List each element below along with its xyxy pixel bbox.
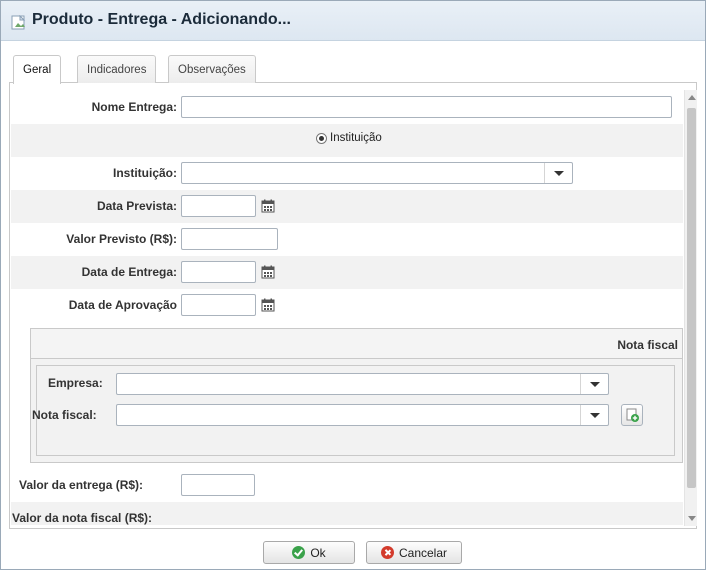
radio-instituicao-label: Instituição	[330, 132, 382, 144]
nome-entrega-input[interactable]	[181, 96, 672, 118]
dialog-window: Produto - Entrega - Adicionando... Geral…	[0, 0, 706, 570]
data-entrega-label: Data de Entrega:	[81, 265, 177, 279]
nome-entrega-label: Nome Entrega:	[91, 100, 177, 114]
valor-previsto-label: Valor Previsto (R$):	[66, 232, 177, 246]
select-separator	[580, 405, 581, 425]
ok-label: Ok	[310, 545, 326, 560]
valor-previsto-input[interactable]	[181, 228, 278, 250]
chevron-down-icon[interactable]	[590, 413, 600, 418]
cancel-button[interactable]: Cancelar	[366, 541, 462, 564]
add-nota-fiscal-button[interactable]	[621, 404, 643, 426]
row-radio-instituicao: Instituição	[11, 124, 683, 157]
nota-fiscal-header: Nota fiscal	[31, 329, 682, 359]
row-data-aprovacao: Data de Aprovação	[11, 289, 683, 322]
chevron-down-icon[interactable]	[590, 382, 600, 387]
dialog-title: Produto - Entrega - Adicionando...	[32, 11, 291, 28]
nota-fiscal-inner-box: Empresa: Nota fiscal:	[32, 365, 675, 456]
document-icon	[11, 15, 26, 30]
data-prevista-input[interactable]	[181, 195, 256, 217]
nota-fiscal-label: Nota fiscal:	[32, 408, 97, 422]
calendar-icon[interactable]	[261, 265, 275, 279]
tab-strip: Geral Indicadores Observações	[9, 49, 697, 84]
data-prevista-label: Data Prevista:	[96, 199, 177, 213]
ok-button[interactable]: Ok	[263, 541, 355, 564]
nota-fiscal-title: Nota fiscal	[617, 338, 678, 352]
data-aprovacao-input[interactable]	[181, 294, 256, 316]
form-scroll-area: Nome Entrega: Instituição Instituição: D…	[11, 91, 683, 525]
radio-selected-icon[interactable]	[316, 132, 327, 144]
instituicao-select[interactable]	[181, 162, 573, 184]
valor-entrega-label: Valor da entrega (R$):	[19, 478, 144, 492]
vertical-scrollbar[interactable]	[684, 90, 697, 526]
instituicao-label: Instituição:	[112, 166, 177, 180]
row-nome-entrega: Nome Entrega:	[11, 91, 683, 124]
data-entrega-input[interactable]	[181, 261, 256, 283]
tab-observacoes[interactable]: Observações	[168, 55, 256, 84]
empresa-select[interactable]	[116, 373, 609, 395]
add-document-icon	[626, 408, 639, 422]
row-valor-nota-fiscal: Valor da nota fiscal (R$):	[11, 502, 683, 525]
nota-fiscal-fieldset: Nota fiscal Empresa: Nota fiscal:	[30, 328, 683, 463]
empresa-label: Empresa:	[48, 376, 103, 390]
row-valor-entrega: Valor da entrega (R$):	[11, 469, 683, 502]
calendar-icon[interactable]	[261, 199, 275, 213]
scroll-up-icon[interactable]	[688, 95, 696, 100]
nota-fiscal-select[interactable]	[116, 404, 609, 426]
valor-entrega-input[interactable]	[181, 474, 255, 496]
scrollbar-thumb[interactable]	[687, 108, 696, 488]
radio-instituicao[interactable]: Instituição	[316, 132, 382, 144]
row-data-entrega: Data de Entrega:	[11, 256, 683, 289]
scroll-down-icon[interactable]	[688, 516, 696, 521]
close-icon	[380, 546, 394, 559]
dialog-footer: Ok Cancelar	[1, 529, 705, 569]
calendar-icon[interactable]	[261, 298, 275, 312]
valor-nota-fiscal-label: Valor da nota fiscal (R$):	[12, 511, 153, 525]
select-separator	[580, 374, 581, 394]
row-instituicao: Instituição:	[11, 157, 683, 190]
tab-panel-geral: Nome Entrega: Instituição Instituição: D…	[9, 83, 697, 529]
data-aprovacao-label: Data de Aprovação	[68, 298, 177, 312]
row-data-prevista: Data Prevista:	[11, 190, 683, 223]
select-separator	[544, 163, 545, 183]
row-valor-previsto: Valor Previsto (R$):	[11, 223, 683, 256]
dialog-titlebar[interactable]: Produto - Entrega - Adicionando...	[1, 1, 705, 41]
tab-indicadores[interactable]: Indicadores	[77, 55, 157, 84]
tab-geral[interactable]: Geral	[13, 55, 62, 84]
chevron-down-icon[interactable]	[554, 171, 564, 176]
check-icon	[292, 546, 306, 559]
cancel-label: Cancelar	[398, 545, 448, 560]
